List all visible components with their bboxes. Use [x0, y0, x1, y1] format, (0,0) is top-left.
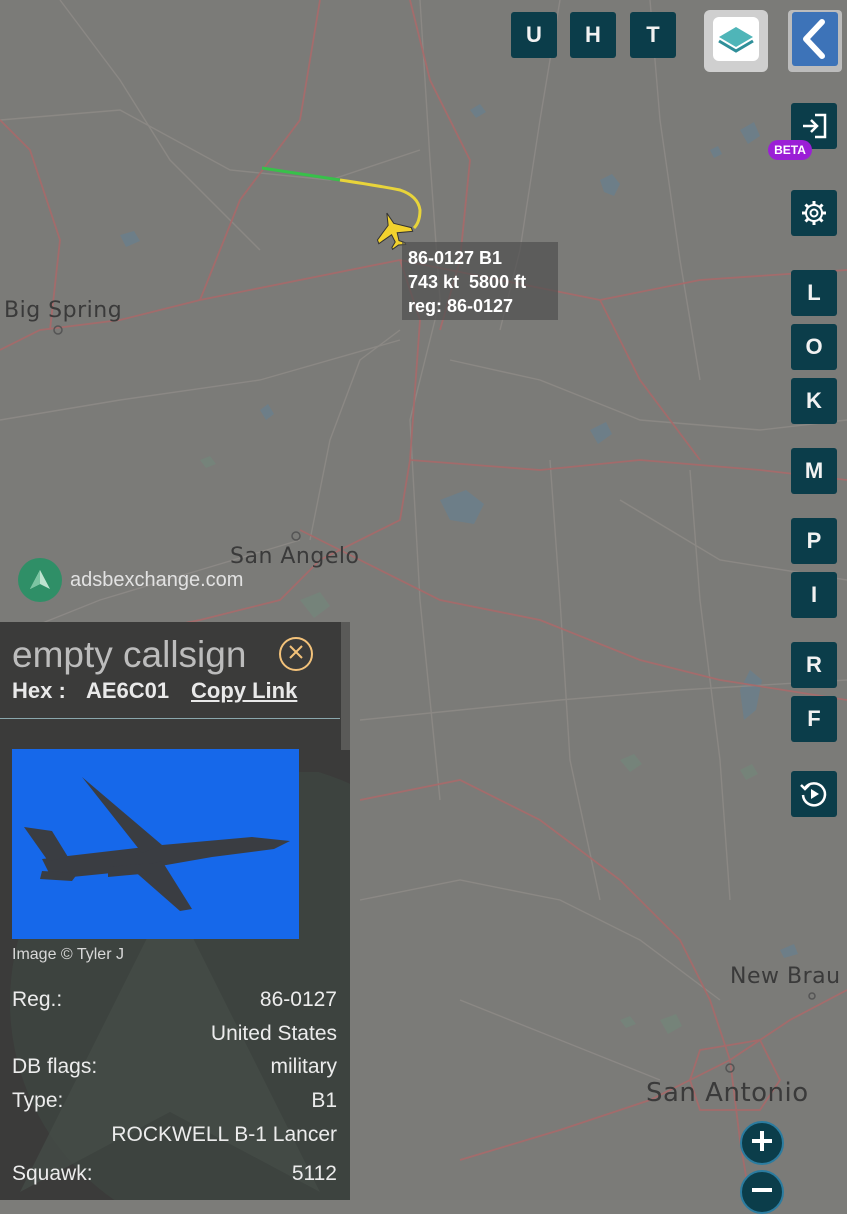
detail-value: ROCKWELL B-1 Lancer: [111, 1123, 337, 1146]
gear-icon: [800, 199, 828, 227]
settings-button[interactable]: [791, 190, 837, 236]
layers-icon: [711, 15, 761, 68]
close-icon: [287, 643, 305, 666]
login-icon: [799, 112, 829, 140]
adsbexchange-logo-icon: [18, 558, 62, 602]
toggle-m-button[interactable]: M: [791, 448, 837, 494]
image-credit: Image © Tyler J: [12, 946, 124, 963]
minus-icon: [749, 1177, 775, 1208]
hex-label: Hex :: [12, 678, 66, 703]
toggle-u-button[interactable]: U: [511, 12, 557, 58]
aircraft-label-speed-altitude: 743 kt 5800 ft: [408, 272, 527, 292]
city-label-san-antonio: San Antonio: [646, 1078, 809, 1108]
hex-value: AE6C01: [86, 678, 170, 703]
detail-value: B1: [311, 1089, 337, 1112]
chevron-left-icon: [792, 11, 838, 71]
aircraft-photo[interactable]: [12, 749, 299, 939]
detail-value: 86-0127: [259, 988, 337, 1011]
panel-scrollbar[interactable]: [341, 622, 350, 750]
copy-link[interactable]: Copy Link: [191, 678, 297, 704]
aircraft-label-registration: reg: 86-0127: [408, 296, 514, 316]
detail-key: DB flags:: [12, 1055, 98, 1078]
toggle-l-button[interactable]: L: [791, 270, 837, 316]
city-label-new-braunfels: New Brau: [730, 964, 841, 989]
detail-value: military: [270, 1055, 338, 1078]
plus-icon: [749, 1128, 775, 1159]
zoom-in-button[interactable]: [740, 1121, 784, 1165]
city-label-big-spring: Big Spring: [4, 298, 123, 323]
beta-badge: BETA: [768, 140, 812, 160]
layers-button[interactable]: [704, 10, 768, 72]
toggle-p-button[interactable]: P: [791, 518, 837, 564]
close-panel-button[interactable]: [279, 637, 313, 671]
toggle-o-button[interactable]: O: [791, 324, 837, 370]
zoom-out-button[interactable]: [740, 1170, 784, 1214]
toggle-r-button[interactable]: R: [791, 642, 837, 688]
detail-value: United States: [210, 1022, 337, 1045]
replay-button[interactable]: [791, 771, 837, 817]
toggle-k-button[interactable]: K: [791, 378, 837, 424]
aircraft-info-panel[interactable]: empty callsign Hex : AE6C01 Copy Link Im…: [0, 622, 350, 1200]
replay-icon: [799, 779, 829, 809]
city-label-san-angelo: San Angelo: [230, 544, 360, 569]
toggle-f-button[interactable]: F: [791, 696, 837, 742]
panel-header: empty callsign Hex : AE6C01 Copy Link: [0, 622, 340, 719]
detail-key: Reg.:: [12, 988, 63, 1011]
attribution-text: adsbexchange.com: [70, 568, 244, 591]
detail-key: Type:: [12, 1089, 64, 1112]
aircraft-label-callsign: 86-0127 B1: [408, 248, 503, 268]
callsign-title: empty callsign: [12, 634, 247, 675]
aircraft-label[interactable]: 86-0127 B1 743 kt 5800 ft reg: 86-0127: [402, 242, 558, 320]
collapse-sidebar-button[interactable]: [788, 10, 842, 72]
detail-key: Squawk:: [12, 1162, 93, 1185]
detail-value: 5112: [291, 1162, 337, 1185]
attribution[interactable]: adsbexchange.com: [18, 558, 243, 602]
toggle-t-button[interactable]: T: [630, 12, 676, 58]
toggle-i-button[interactable]: I: [791, 572, 837, 618]
toggle-h-button[interactable]: H: [570, 12, 616, 58]
